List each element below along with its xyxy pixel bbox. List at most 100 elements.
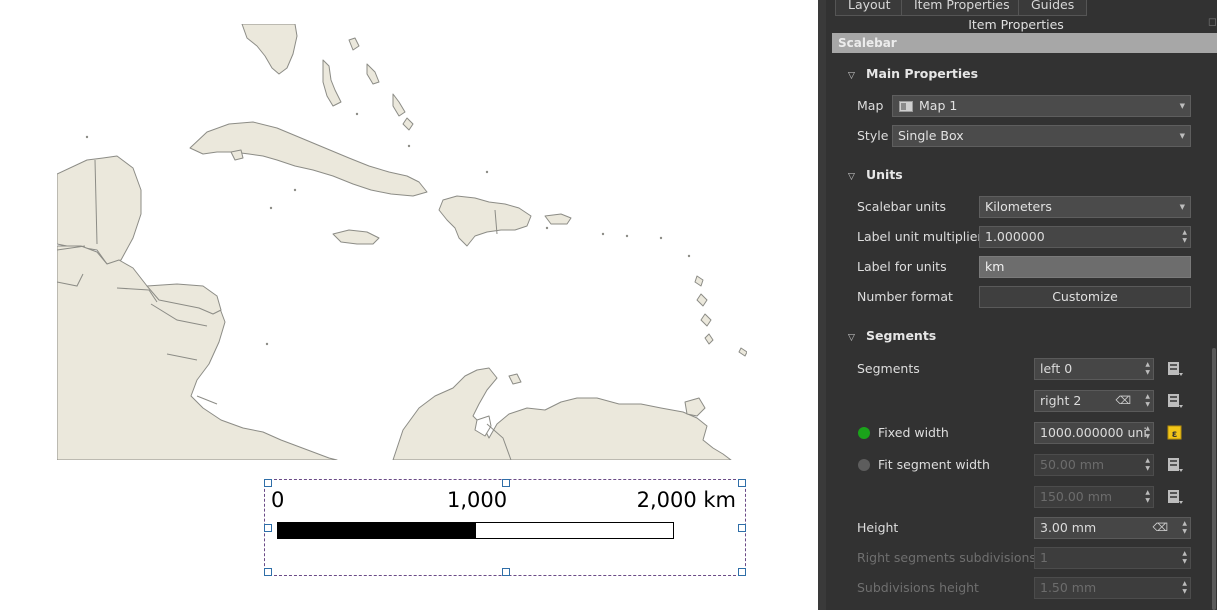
spin-arrows-icon[interactable]: ▲ ▼	[1145, 361, 1150, 377]
group-segments-label: Segments	[866, 328, 937, 343]
fit-segment-width-radio[interactable]	[858, 459, 870, 471]
label-for-units-input[interactable]: km	[979, 256, 1191, 278]
spin-arrows-icon[interactable]: ▲ ▼	[1145, 425, 1150, 441]
item-type-header: Scalebar	[832, 33, 1217, 53]
scalebar-filled-segment	[278, 523, 476, 538]
segments-label: Segments	[857, 361, 920, 376]
land-isla-juventud	[230, 149, 244, 161]
fit-max-width-spinbox[interactable]: 150.00 mm ▲ ▼	[1034, 486, 1154, 508]
spin-arrows-icon[interactable]: ▲ ▼	[1182, 229, 1187, 245]
style-combo[interactable]: Single Box ▼	[892, 125, 1191, 147]
group-units[interactable]: ▽ Units	[848, 165, 903, 185]
land-antilles-3	[700, 313, 712, 327]
map-item[interactable]	[57, 24, 747, 460]
fit-min-width-value: 50.00 mm	[1040, 457, 1105, 472]
resize-handle-ml[interactable]	[264, 524, 272, 532]
caribbean-map	[57, 24, 747, 460]
map-combo-value: Map 1	[919, 98, 958, 113]
group-segments[interactable]: ▽ Segments	[848, 326, 936, 346]
data-defined-override-icon[interactable]	[1165, 487, 1185, 507]
right-subdivisions-spinbox[interactable]: 1 ▲ ▼	[1034, 547, 1191, 569]
tab-item-properties[interactable]: Item Properties	[901, 0, 1023, 16]
scalebar-label-0: 0	[271, 488, 285, 512]
spin-arrows-icon[interactable]: ▲ ▼	[1145, 457, 1150, 473]
style-label: Style	[857, 128, 889, 143]
resize-handle-tc[interactable]	[502, 479, 510, 487]
chevron-down-icon: ▼	[1179, 102, 1185, 110]
tab-layout[interactable]: Layout	[835, 0, 904, 16]
fixed-width-radio[interactable]	[858, 427, 870, 439]
panel-scrollbar[interactable]	[1212, 348, 1216, 610]
spin-arrows-icon[interactable]: ▲ ▼	[1182, 520, 1187, 536]
segments-right-value: right 2	[1040, 393, 1082, 408]
fixed-width-value: 1000.000000 uni	[1040, 425, 1147, 440]
segments-left-spinbox[interactable]: left 0 ▲ ▼	[1034, 358, 1154, 380]
collapse-triangle-icon: ▽	[848, 333, 855, 343]
expression-active-icon[interactable]: ε	[1165, 423, 1185, 443]
land-florida	[241, 24, 298, 75]
land-south-america	[392, 367, 732, 460]
panel-float-icon[interactable]: ◻	[1208, 15, 1217, 28]
svg-text:ε: ε	[1172, 429, 1178, 440]
land-bahamas-2	[366, 63, 380, 85]
label-unit-multiplier-label: Label unit multiplier	[857, 229, 983, 244]
chevron-down-icon: ▼	[1179, 203, 1185, 211]
clear-icon[interactable]: ⌫	[1115, 391, 1131, 411]
scalebar-item[interactable]: 0 1,000 2,000 km	[264, 479, 746, 576]
map-icon	[899, 101, 913, 112]
data-defined-override-icon[interactable]	[1165, 391, 1185, 411]
resize-handle-bc[interactable]	[502, 568, 510, 576]
scalebar-units-combo[interactable]: Kilometers ▼	[979, 196, 1191, 218]
tab-guides[interactable]: Guides	[1018, 0, 1088, 16]
fixed-width-label: Fixed width	[878, 425, 949, 440]
resize-handle-bl[interactable]	[264, 568, 272, 576]
panel-title: Item Properties	[968, 17, 1064, 32]
segments-right-spinbox[interactable]: right 2 ⌫ ▲ ▼	[1034, 390, 1154, 412]
resize-handle-tl[interactable]	[264, 479, 272, 487]
land-antilles-4	[704, 333, 714, 345]
data-defined-override-icon[interactable]	[1165, 359, 1185, 379]
map-combo[interactable]: Map 1 ▼	[892, 95, 1191, 117]
scalebar-label-1000: 1,000	[447, 488, 508, 512]
data-defined-override-icon[interactable]	[1165, 455, 1185, 475]
fit-min-width-spinbox[interactable]: 50.00 mm ▲ ▼	[1034, 454, 1154, 476]
label-for-units-label: Label for units	[857, 259, 947, 274]
collapse-triangle-icon: ▽	[848, 71, 855, 81]
resize-handle-br[interactable]	[738, 568, 746, 576]
spin-arrows-icon[interactable]: ▲ ▼	[1145, 393, 1150, 409]
subdivisions-height-spinbox[interactable]: 1.50 mm ▲ ▼	[1034, 577, 1191, 599]
item-properties-panel: Layout Item Properties Guides Item Prope…	[826, 0, 1217, 610]
spin-arrows-icon[interactable]: ▲ ▼	[1145, 489, 1150, 505]
spin-arrows-icon[interactable]: ▲ ▼	[1182, 550, 1187, 566]
height-label: Height	[857, 520, 899, 535]
style-combo-value: Single Box	[898, 128, 964, 143]
fixed-width-spinbox[interactable]: 1000.000000 uni ▲ ▼	[1034, 422, 1154, 444]
map-label: Map	[857, 98, 884, 113]
fit-max-width-value: 150.00 mm	[1040, 489, 1113, 504]
land-bahamas-4	[392, 93, 406, 117]
label-unit-multiplier-spinbox[interactable]: 1.000000 ▲ ▼	[979, 226, 1191, 248]
height-spinbox[interactable]: 3.00 mm ⌫ ▲ ▼	[1034, 517, 1191, 539]
land-antilles-2	[696, 293, 708, 307]
land-cuba	[189, 121, 428, 197]
clear-icon[interactable]: ⌫	[1152, 518, 1168, 538]
scalebar-units-label: Scalebar units	[857, 199, 947, 214]
fit-segment-width-label: Fit segment width	[878, 457, 990, 472]
subdivisions-height-value: 1.50 mm	[1040, 580, 1097, 595]
land-curacao	[508, 373, 522, 385]
group-units-label: Units	[866, 167, 903, 182]
scalebar-units-value: Kilometers	[985, 199, 1052, 214]
land-bahamas-1	[322, 59, 342, 107]
chevron-down-icon: ▼	[1179, 132, 1185, 140]
layout-canvas[interactable]: 0 1,000 2,000 km	[0, 0, 818, 610]
resize-handle-tr[interactable]	[738, 479, 746, 487]
scalebar-label-2000: 2,000 km	[636, 488, 736, 512]
resize-handle-mr[interactable]	[738, 524, 746, 532]
group-main-properties[interactable]: ▽ Main Properties	[848, 64, 978, 84]
height-value: 3.00 mm	[1040, 520, 1097, 535]
label-unit-multiplier-value: 1.000000	[985, 229, 1045, 244]
number-format-label: Number format	[857, 289, 953, 304]
customize-button[interactable]: Customize	[979, 286, 1191, 308]
spin-arrows-icon[interactable]: ▲ ▼	[1182, 580, 1187, 596]
land-antilles-5	[738, 347, 747, 357]
